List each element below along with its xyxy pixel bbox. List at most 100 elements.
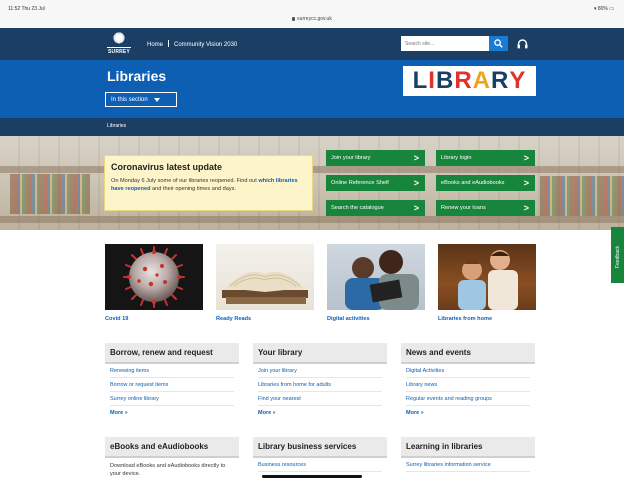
library-sign-letter: A: [472, 67, 491, 94]
chevron-right-icon: >: [523, 202, 529, 213]
library-sign-letter: I: [428, 67, 436, 94]
books-decoration: [10, 174, 90, 214]
library-sign-letter: R: [454, 67, 473, 94]
library-sign: LIBRARY: [403, 66, 536, 96]
surrey-logo[interactable]: SURREY: [107, 32, 131, 56]
notice-text-after: and their opening times and days.: [150, 186, 236, 192]
url-text: surreycc.gov.uk: [297, 16, 332, 22]
box-heading[interactable]: News and events: [401, 343, 535, 364]
notice-text: On Monday 6 July some of our libraries r…: [111, 177, 306, 193]
box-link[interactable]: Regular events and reading groups: [406, 392, 530, 406]
tile-libraries-from-home[interactable]: Libraries from home: [438, 244, 536, 326]
box-link[interactable]: Digital Activities: [406, 364, 530, 378]
notice-title: Coronavirus latest update: [111, 162, 223, 172]
tile-caption[interactable]: Ready Reads: [216, 316, 314, 322]
library-login-button[interactable]: Library login >: [436, 150, 535, 166]
search-catalogue-button[interactable]: Search the catalogue >: [326, 200, 425, 216]
tile-caption[interactable]: Libraries from home: [438, 316, 536, 322]
page-title: Libraries: [107, 68, 167, 84]
button-label: eBooks and eAudiobooks: [441, 180, 505, 186]
your-library-box: Your library Join your library Libraries…: [253, 343, 387, 419]
box-link[interactable]: Surrey libraries information service: [406, 458, 530, 472]
address-bar[interactable]: surreycc.gov.uk: [0, 16, 624, 22]
status-bar: 11:52 Thu 23 Jul surreycc.gov.uk ▾ 80% ▭: [0, 0, 624, 28]
renew-loans-button[interactable]: Renew your loans >: [436, 200, 535, 216]
battery-indicator: ▾ 80% ▭: [593, 6, 614, 12]
feedback-tab[interactable]: Feedback: [611, 227, 624, 283]
library-sign-letter: L: [412, 67, 429, 94]
lock-icon: [292, 17, 296, 21]
learning-box: Learning in libraries Surrey libraries i…: [401, 437, 535, 472]
online-reference-shelf-button[interactable]: Online Reference Shelf >: [326, 175, 425, 191]
box-link[interactable]: Libraries from home for adults: [258, 378, 382, 392]
in-this-section-label: In this section: [111, 96, 148, 103]
box-link[interactable]: Renewing items: [110, 364, 234, 378]
crest-icon: [112, 32, 126, 45]
box-link[interactable]: Surrey online library: [110, 392, 234, 406]
logo-text: SURREY: [107, 47, 131, 55]
family-tablet-image: [327, 244, 425, 310]
children-reading-image: [438, 244, 536, 310]
box-heading[interactable]: Library business services: [253, 437, 387, 458]
virus-image: [123, 246, 185, 308]
search-icon: [494, 39, 503, 48]
books-decoration: [540, 176, 624, 216]
library-sign-letter: B: [435, 67, 455, 94]
box-link[interactable]: Find your nearest: [258, 392, 382, 406]
button-label: Renew your loans: [441, 205, 486, 211]
button-label: Online Reference Shelf: [331, 180, 389, 186]
tile-digital-activities[interactable]: Digital activities: [327, 244, 425, 326]
nav-link-community-vision[interactable]: Community Vision 2030: [174, 42, 237, 48]
children-shape: [458, 250, 518, 310]
nav-separator: [168, 40, 170, 47]
listen-button[interactable]: [515, 36, 529, 51]
news-events-box: News and events Digital Activities Libra…: [401, 343, 535, 419]
box-link[interactable]: Borrow or request items: [110, 378, 234, 392]
home-indicator: [262, 475, 362, 478]
open-book-image: [216, 244, 314, 310]
shelf-decoration: [0, 216, 624, 223]
open-book-shape: [222, 271, 308, 304]
top-navigation: SURREY Home Community Vision 2030: [0, 28, 624, 60]
headphones-icon: [517, 38, 527, 48]
search-button[interactable]: [489, 36, 508, 51]
tile-caption[interactable]: Covid 19: [105, 316, 203, 322]
box-heading[interactable]: Borrow, renew and request: [105, 343, 239, 364]
tile-covid[interactable]: Covid 19: [105, 244, 203, 326]
box-heading[interactable]: eBooks and eAudiobooks: [105, 437, 239, 458]
button-label: Library login: [441, 155, 472, 161]
box-heading[interactable]: Learning in libraries: [401, 437, 535, 458]
more-link[interactable]: More »: [110, 406, 234, 419]
chevron-right-icon: >: [413, 202, 419, 213]
business-services-box: Library business services Business resou…: [253, 437, 387, 472]
caret-down-icon: [153, 97, 160, 102]
search-input[interactable]: [401, 36, 489, 51]
box-link[interactable]: Library news: [406, 378, 530, 392]
status-time: 11:52 Thu 23 Jul: [8, 6, 45, 12]
borrow-renew-box: Borrow, renew and request Renewing items…: [105, 343, 239, 419]
family-shape: [345, 250, 419, 310]
more-link[interactable]: More »: [406, 406, 530, 419]
box-link[interactable]: Join your library: [258, 364, 382, 378]
nav-link-home[interactable]: Home: [147, 42, 163, 48]
ebooks-box: eBooks and eAudiobooks Download eBooks a…: [105, 437, 239, 479]
box-link[interactable]: Business resources: [258, 458, 382, 472]
chevron-right-icon: >: [413, 152, 419, 163]
box-description: Download eBooks and eAudiobooks directly…: [110, 463, 226, 477]
nav-links: Home Community Vision 2030: [147, 40, 237, 48]
tile-caption[interactable]: Digital activities: [327, 316, 425, 322]
chevron-right-icon: >: [413, 177, 419, 188]
join-library-button[interactable]: Join your library >: [326, 150, 425, 166]
breadcrumb: Libraries: [0, 118, 624, 136]
tile-ready-reads[interactable]: Ready Reads: [216, 244, 314, 326]
ebooks-button[interactable]: eBooks and eAudiobooks >: [436, 175, 535, 191]
breadcrumb-current: Libraries: [107, 123, 127, 129]
library-sign-letter: R: [491, 67, 510, 94]
button-label: Join your library: [331, 155, 371, 161]
more-link[interactable]: More »: [258, 406, 382, 419]
box-heading[interactable]: Your library: [253, 343, 387, 364]
in-this-section-dropdown[interactable]: In this section: [105, 92, 177, 107]
notice-text-before: On Monday 6 July some of our libraries r…: [111, 178, 259, 184]
button-label: Search the catalogue: [331, 205, 384, 211]
chevron-right-icon: >: [523, 152, 529, 163]
